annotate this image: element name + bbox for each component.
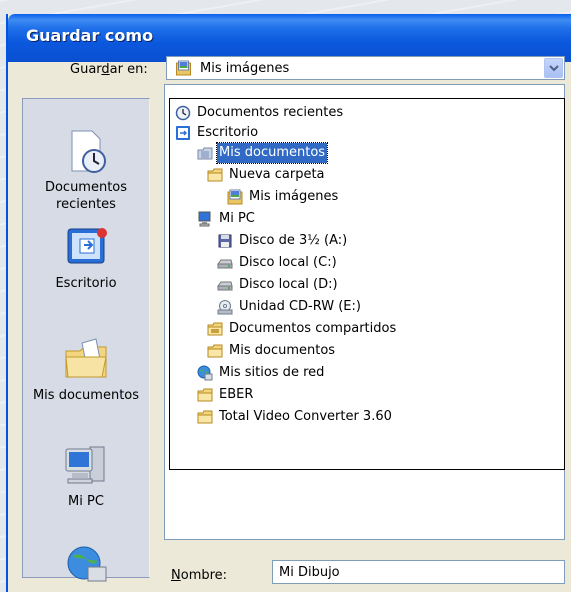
network-places-icon xyxy=(67,546,107,582)
dialog-title: Guardar como xyxy=(26,26,154,45)
filename-label: Nombre: xyxy=(171,568,228,583)
my-documents-icon xyxy=(197,147,213,160)
place-desktop[interactable]: Escritorio xyxy=(23,223,149,292)
cd-drive-icon xyxy=(217,300,233,315)
place-recent-documents[interactable]: Documentos recientes xyxy=(23,127,149,213)
my-pictures-icon xyxy=(227,189,243,205)
place-my-documents[interactable]: Mis documentos xyxy=(23,335,149,404)
recent-documents-icon xyxy=(175,105,191,121)
desktop-icon xyxy=(176,126,190,140)
look-in-combobox[interactable]: Mis imágenes xyxy=(166,56,565,80)
floppy-drive-icon xyxy=(218,234,232,248)
my-computer-icon xyxy=(198,211,211,227)
network-places-icon xyxy=(197,365,213,381)
look-in-dropdown-list[interactable]: Documentos recientes Escritorio Mis docu… xyxy=(169,98,565,470)
folder-icon xyxy=(197,388,213,402)
my-pictures-icon xyxy=(176,60,191,76)
hard-drive-icon xyxy=(217,259,233,269)
folder-icon xyxy=(207,168,223,182)
dropdown-arrow-button[interactable] xyxy=(544,58,563,78)
desktop-icon xyxy=(67,228,107,264)
place-my-computer[interactable]: Mi PC xyxy=(23,441,149,510)
folder-icon xyxy=(207,344,223,358)
title-bar[interactable]: Guardar como xyxy=(8,14,571,62)
look-in-label: Guardar en: xyxy=(70,62,148,77)
look-in-value: Mis imágenes xyxy=(200,61,290,76)
place-network[interactable] xyxy=(23,539,149,587)
recent-documents-icon xyxy=(71,130,106,173)
places-bar: Documentos recientes Escritorio Mis docu… xyxy=(22,98,150,582)
filename-input[interactable] xyxy=(272,560,565,584)
hard-drive-icon xyxy=(217,281,233,291)
my-computer-icon xyxy=(65,446,105,484)
shared-folder-icon xyxy=(207,322,223,336)
chevron-down-icon xyxy=(549,65,559,72)
my-documents-icon xyxy=(65,338,107,378)
folder-icon xyxy=(197,410,213,424)
